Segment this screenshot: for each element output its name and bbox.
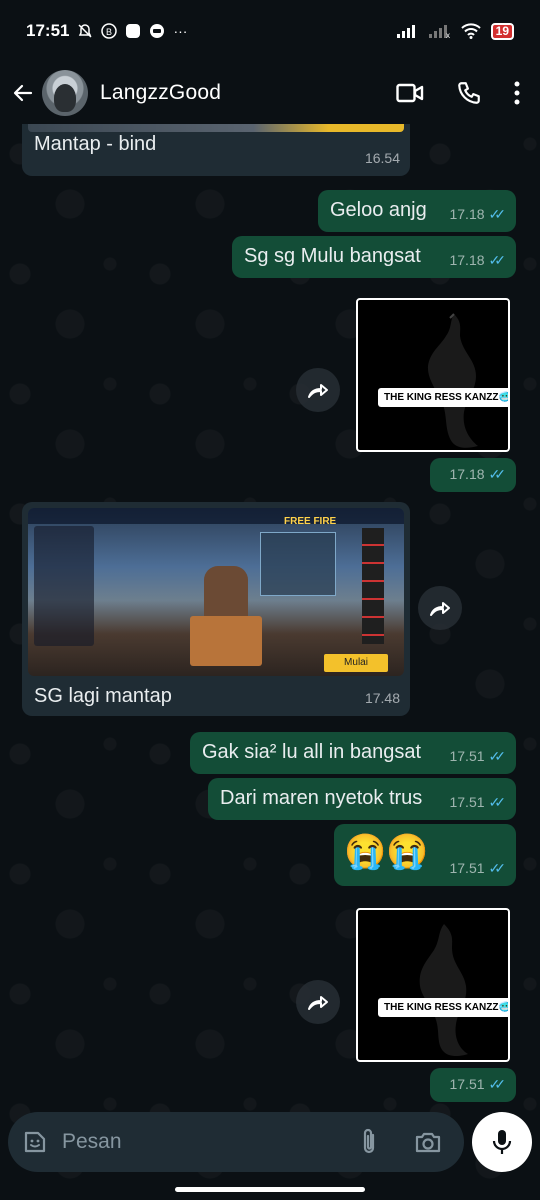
- status-bar: 17:51 B ··· x 19: [0, 0, 540, 62]
- silhouette-art: [419, 924, 468, 1056]
- more-notifications-icon: ···: [173, 23, 188, 39]
- message-meta: 17.51 ✓✓: [449, 744, 506, 768]
- message-bubble-incoming[interactable]: Mantap - bind 16.54: [22, 124, 410, 176]
- game-panel: [260, 532, 336, 596]
- read-receipt-icon: ✓✓: [488, 748, 507, 764]
- message-text: SG lagi mantap: [34, 685, 172, 707]
- b-circle-icon: B: [101, 23, 118, 39]
- image-message[interactable]: THE KING RESS KANZZ🥶: [356, 298, 510, 452]
- arrow-left-icon: [13, 84, 33, 102]
- image-message[interactable]: FREE FIRE Mulai: [28, 508, 404, 676]
- svg-text:B: B: [106, 27, 112, 37]
- signal-2-icon: x: [428, 25, 450, 38]
- message-bubble-outgoing[interactable]: Geloo anjg 17.18 ✓✓: [318, 190, 516, 232]
- message-bubble-outgoing[interactable]: 17.51 ✓✓: [430, 1068, 516, 1102]
- game-right-icons: [362, 528, 384, 644]
- message-list[interactable]: Mantap - bind 16.54 Geloo anjg 17.18 ✓✓ S…: [0, 124, 540, 1110]
- message-text: Sg sg Mulu bangsat: [244, 245, 421, 267]
- forward-button[interactable]: [296, 980, 340, 1024]
- image-caption-art: THE KING RESS KANZZ🥶: [378, 998, 508, 1017]
- message-meta: 17.51 ✓✓: [449, 856, 506, 880]
- forward-arrow-icon: [430, 602, 450, 616]
- image-caption-art: THE KING RESS KANZZ🥶: [378, 388, 508, 407]
- gesture-nav-handle[interactable]: [175, 1187, 365, 1192]
- wifi-icon: [460, 23, 481, 39]
- video-call-button[interactable]: [396, 82, 424, 104]
- image-preview-cutoff[interactable]: [28, 124, 404, 132]
- contact-name[interactable]: LangzzGood: [100, 81, 221, 105]
- message-bubble-incoming[interactable]: FREE FIRE Mulai SG lagi mantap 17.48: [22, 502, 410, 716]
- message-bubble-outgoing[interactable]: 😭😭 17.51 ✓✓: [334, 824, 516, 886]
- camera-icon[interactable]: [414, 1130, 442, 1154]
- forward-arrow-icon: [308, 384, 328, 398]
- message-text: Geloo anjg: [330, 199, 427, 221]
- more-options-button[interactable]: [514, 81, 520, 105]
- message-time: 17.51: [449, 748, 485, 764]
- svg-text:x: x: [446, 31, 450, 38]
- message-time: 17.18: [449, 466, 485, 482]
- read-receipt-icon: ✓✓: [488, 466, 507, 482]
- message-time: 17.51: [449, 860, 485, 876]
- read-receipt-icon: ✓✓: [488, 206, 507, 222]
- attach-paperclip-icon[interactable]: [358, 1128, 380, 1156]
- phone-icon: [458, 82, 480, 104]
- game-sidebar: [34, 526, 94, 646]
- image-message[interactable]: THE KING RESS KANZZ🥶: [356, 908, 510, 1062]
- read-receipt-icon: ✓✓: [488, 860, 507, 876]
- silhouette-art: [427, 313, 478, 448]
- game-table: [190, 616, 262, 666]
- sticker-emoji-icon[interactable]: [22, 1129, 48, 1155]
- message-time: 17.51: [449, 794, 485, 810]
- message-icon: [150, 24, 165, 38]
- avatar[interactable]: [42, 70, 88, 116]
- microphone-icon: [492, 1130, 512, 1154]
- message-meta: 16.54: [365, 146, 400, 170]
- message-time: 17.18: [449, 252, 485, 268]
- voice-record-button[interactable]: [472, 1112, 532, 1172]
- read-receipt-icon: ✓✓: [488, 794, 507, 810]
- app-square-icon: [126, 24, 141, 38]
- message-meta: 17.48: [365, 686, 400, 710]
- game-start-label: Mulai: [344, 657, 368, 668]
- status-notification-icons: B ···: [77, 23, 187, 39]
- forward-arrow-icon: [308, 996, 328, 1010]
- message-text: Gak sia² lu all in bangsat: [202, 741, 422, 763]
- message-time: 17.48: [364, 690, 400, 706]
- game-brand-label: FREE FIRE: [284, 516, 337, 527]
- game-topbar: [28, 508, 404, 524]
- message-meta: 17.18 ✓✓: [449, 248, 506, 272]
- voice-call-button[interactable]: [456, 80, 482, 106]
- message-meta: 17.18 ✓✓: [449, 462, 506, 486]
- message-time: 17.18: [449, 206, 485, 222]
- message-meta: 17.51 ✓✓: [449, 790, 506, 814]
- message-emoji: 😭😭: [344, 833, 429, 871]
- read-receipt-icon: ✓✓: [488, 252, 507, 268]
- message-bubble-outgoing[interactable]: Gak sia² lu all in bangsat 17.51 ✓✓: [190, 732, 516, 774]
- message-time: 17.51: [449, 1076, 485, 1092]
- message-input[interactable]: Pesan: [62, 1130, 122, 1154]
- bell-off-icon: [78, 24, 93, 38]
- battery-indicator: 19: [490, 22, 514, 40]
- forward-button[interactable]: [296, 368, 340, 412]
- message-meta: 17.18 ✓✓: [449, 202, 506, 226]
- message-bubble-outgoing[interactable]: Sg sg Mulu bangsat 17.18 ✓✓: [232, 236, 516, 278]
- message-meta: 17.51 ✓✓: [449, 1072, 506, 1096]
- video-camera-icon: [396, 83, 424, 103]
- chat-header: LangzzGood: [0, 62, 540, 124]
- game-start-button: Mulai: [324, 654, 388, 672]
- message-bubble-outgoing[interactable]: Dari maren nyetok trus 17.51 ✓✓: [208, 778, 516, 820]
- read-receipt-icon: ✓✓: [488, 1076, 507, 1092]
- message-bubble-outgoing[interactable]: 17.18 ✓✓: [430, 458, 516, 492]
- message-text: Mantap - bind: [34, 133, 157, 155]
- message-composer[interactable]: Pesan: [8, 1112, 464, 1172]
- signal-icon: [396, 25, 415, 38]
- back-button[interactable]: [8, 73, 38, 113]
- message-text: Dari maren nyetok trus: [220, 787, 423, 809]
- message-time: 16.54: [364, 150, 400, 166]
- kebab-menu-icon: [514, 81, 520, 105]
- status-time: 17:51: [26, 21, 70, 40]
- forward-button[interactable]: [418, 586, 462, 630]
